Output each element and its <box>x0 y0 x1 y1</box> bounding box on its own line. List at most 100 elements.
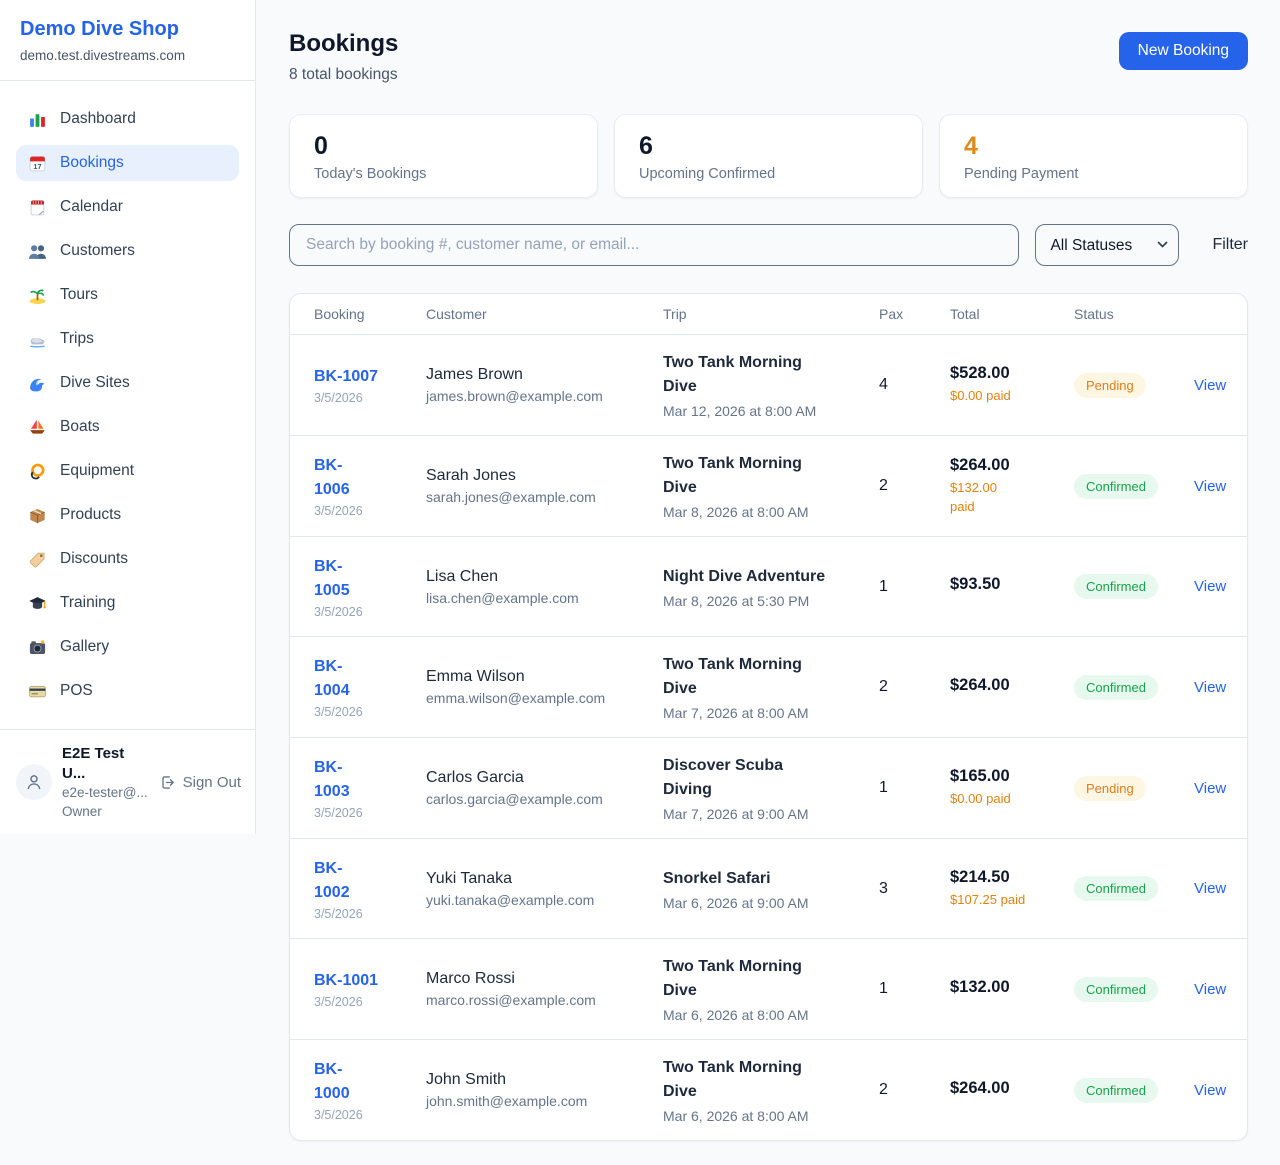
status-cell: Pending <box>1074 776 1194 801</box>
sign-out-button[interactable]: Sign Out <box>159 774 241 791</box>
total-cell: $132.00 <box>950 978 1074 1001</box>
booking-cell: BK- 1006 3/5/2026 <box>314 454 426 518</box>
sidebar-item-bookings[interactable]: 17 Bookings <box>16 145 239 181</box>
table-row: BK- 1002 3/5/2026 Yuki Tanaka yuki.tanak… <box>290 839 1247 939</box>
trip-cell: Snorkel Safari Mar 6, 2026 at 9:00 AM <box>663 867 879 911</box>
column-header-trip: Trip <box>663 306 879 322</box>
sidebar-item-boats[interactable]: Boats <box>16 409 239 445</box>
view-link[interactable]: View <box>1194 880 1226 897</box>
trip-name: Two Tank Morning Dive <box>663 955 879 1003</box>
total-amount: $214.50 <box>950 868 1074 887</box>
booking-cell: BK-1001 3/5/2026 <box>314 969 426 1009</box>
paid-amount: $107.25 paid <box>950 891 1074 910</box>
sidebar-item-calendar[interactable]: Calendar <box>16 189 239 225</box>
stat-value: 4 <box>964 131 1223 161</box>
total-amount: $264.00 <box>950 1079 1074 1098</box>
pax-value: 2 <box>879 477 950 495</box>
customer-cell: Carlos Garcia carlos.garcia@example.com <box>426 769 663 807</box>
sidebar-item-equipment[interactable]: Equipment <box>16 453 239 489</box>
customer-name: James Brown <box>426 366 663 384</box>
wave-icon <box>28 374 47 393</box>
stat-card-upcoming-confirmed: 6 Upcoming Confirmed <box>614 114 923 198</box>
package-box-icon <box>28 506 47 525</box>
total-cell: $264.00 <box>950 1079 1074 1102</box>
paid-amount: $132.00 paid <box>950 479 1074 517</box>
booking-date: 3/5/2026 <box>314 907 426 921</box>
stats-cards: 0 Today's Bookings 6 Upcoming Confirmed … <box>289 114 1248 198</box>
trip-datetime: Mar 6, 2026 at 8:00 AM <box>663 1108 879 1124</box>
booking-id-link[interactable]: BK- 1005 <box>314 555 426 603</box>
customer-email: james.brown@example.com <box>426 388 663 404</box>
status-cell: Confirmed <box>1074 1078 1194 1103</box>
view-link[interactable]: View <box>1194 780 1226 797</box>
sidebar-item-dive-sites[interactable]: Dive Sites <box>16 365 239 401</box>
sidebar-item-label: Tours <box>60 286 98 304</box>
booking-id-link[interactable]: BK- 1006 <box>314 454 426 502</box>
status-filter-select[interactable]: All Statuses <box>1035 224 1179 266</box>
view-link[interactable]: View <box>1194 1082 1226 1099</box>
customer-email: sarah.jones@example.com <box>426 489 663 505</box>
stat-label: Upcoming Confirmed <box>639 166 898 182</box>
sidebar-item-trips[interactable]: Trips <box>16 321 239 357</box>
status-badge: Pending <box>1074 373 1146 398</box>
status-cell: Confirmed <box>1074 675 1194 700</box>
dive-mask-icon <box>28 462 47 481</box>
sidebar-item-label: Customers <box>60 242 135 260</box>
total-cell: $264.00 $132.00 paid <box>950 456 1074 517</box>
sidebar-item-label: Products <box>60 506 121 524</box>
sidebar-item-label: Dashboard <box>60 110 136 128</box>
customer-cell: Marco Rossi marco.rossi@example.com <box>426 970 663 1008</box>
booking-id-link[interactable]: BK- 1004 <box>314 655 426 703</box>
search-input[interactable] <box>289 224 1019 266</box>
sidebar-item-training[interactable]: Training <box>16 585 239 621</box>
stat-label: Today's Bookings <box>314 166 573 182</box>
customer-cell: Lisa Chen lisa.chen@example.com <box>426 568 663 606</box>
view-link[interactable]: View <box>1194 679 1226 696</box>
booking-id-link[interactable]: BK-1007 <box>314 365 426 389</box>
sidebar-item-dashboard[interactable]: Dashboard <box>16 101 239 137</box>
user-email: e2e-tester@... <box>62 784 149 802</box>
status-cell: Confirmed <box>1074 574 1194 599</box>
view-link[interactable]: View <box>1194 981 1226 998</box>
customer-email: carlos.garcia@example.com <box>426 791 663 807</box>
booking-id-link[interactable]: BK- 1003 <box>314 756 426 804</box>
sidebar-item-products[interactable]: Products <box>16 497 239 533</box>
price-tag-icon <box>28 550 47 569</box>
booking-id-link[interactable]: BK- 1002 <box>314 857 426 905</box>
page-header: Bookings 8 total bookings New Booking <box>289 30 1248 84</box>
status-badge: Confirmed <box>1074 876 1158 901</box>
customer-email: john.smith@example.com <box>426 1093 663 1109</box>
sidebar-item-tours[interactable]: Tours <box>16 277 239 313</box>
column-header-customer: Customer <box>426 306 663 322</box>
new-booking-button[interactable]: New Booking <box>1119 32 1248 70</box>
total-cell: $165.00 $0.00 paid <box>950 767 1074 809</box>
booking-id-link[interactable]: BK- 1000 <box>314 1058 426 1106</box>
sailboat-icon <box>28 418 47 437</box>
status-badge: Confirmed <box>1074 977 1158 1002</box>
logout-icon <box>159 774 176 791</box>
trip-cell: Two Tank Morning Dive Mar 8, 2026 at 8:0… <box>663 452 879 520</box>
booking-id-link[interactable]: BK-1001 <box>314 969 426 993</box>
sidebar-item-customers[interactable]: Customers <box>16 233 239 269</box>
booking-date: 3/5/2026 <box>314 504 426 518</box>
main-content: Bookings 8 total bookings New Booking 0 … <box>256 0 1280 1165</box>
view-link[interactable]: View <box>1194 578 1226 595</box>
customer-name: Sarah Jones <box>426 467 663 485</box>
booking-cell: BK- 1003 3/5/2026 <box>314 756 426 820</box>
sidebar-item-gallery[interactable]: Gallery <box>16 629 239 665</box>
sidebar-item-discounts[interactable]: Discounts <box>16 541 239 577</box>
filter-button[interactable]: Filter <box>1212 236 1248 254</box>
sidebar-item-label: Gallery <box>60 638 109 656</box>
table-header-row: Booking Customer Trip Pax Total Status <box>290 294 1247 335</box>
graduation-cap-icon <box>28 594 47 613</box>
bar-chart-icon <box>28 110 47 129</box>
speedboat-icon <box>28 330 47 349</box>
customer-name: Marco Rossi <box>426 970 663 988</box>
shop-name: Demo Dive Shop <box>20 18 235 41</box>
sidebar-item-pos[interactable]: POS <box>16 673 239 709</box>
table-row: BK- 1006 3/5/2026 Sarah Jones sarah.jone… <box>290 436 1247 537</box>
view-link[interactable]: View <box>1194 377 1226 394</box>
view-link[interactable]: View <box>1194 478 1226 495</box>
trip-name: Two Tank Morning Dive <box>663 351 879 399</box>
booking-date: 3/5/2026 <box>314 1108 426 1122</box>
